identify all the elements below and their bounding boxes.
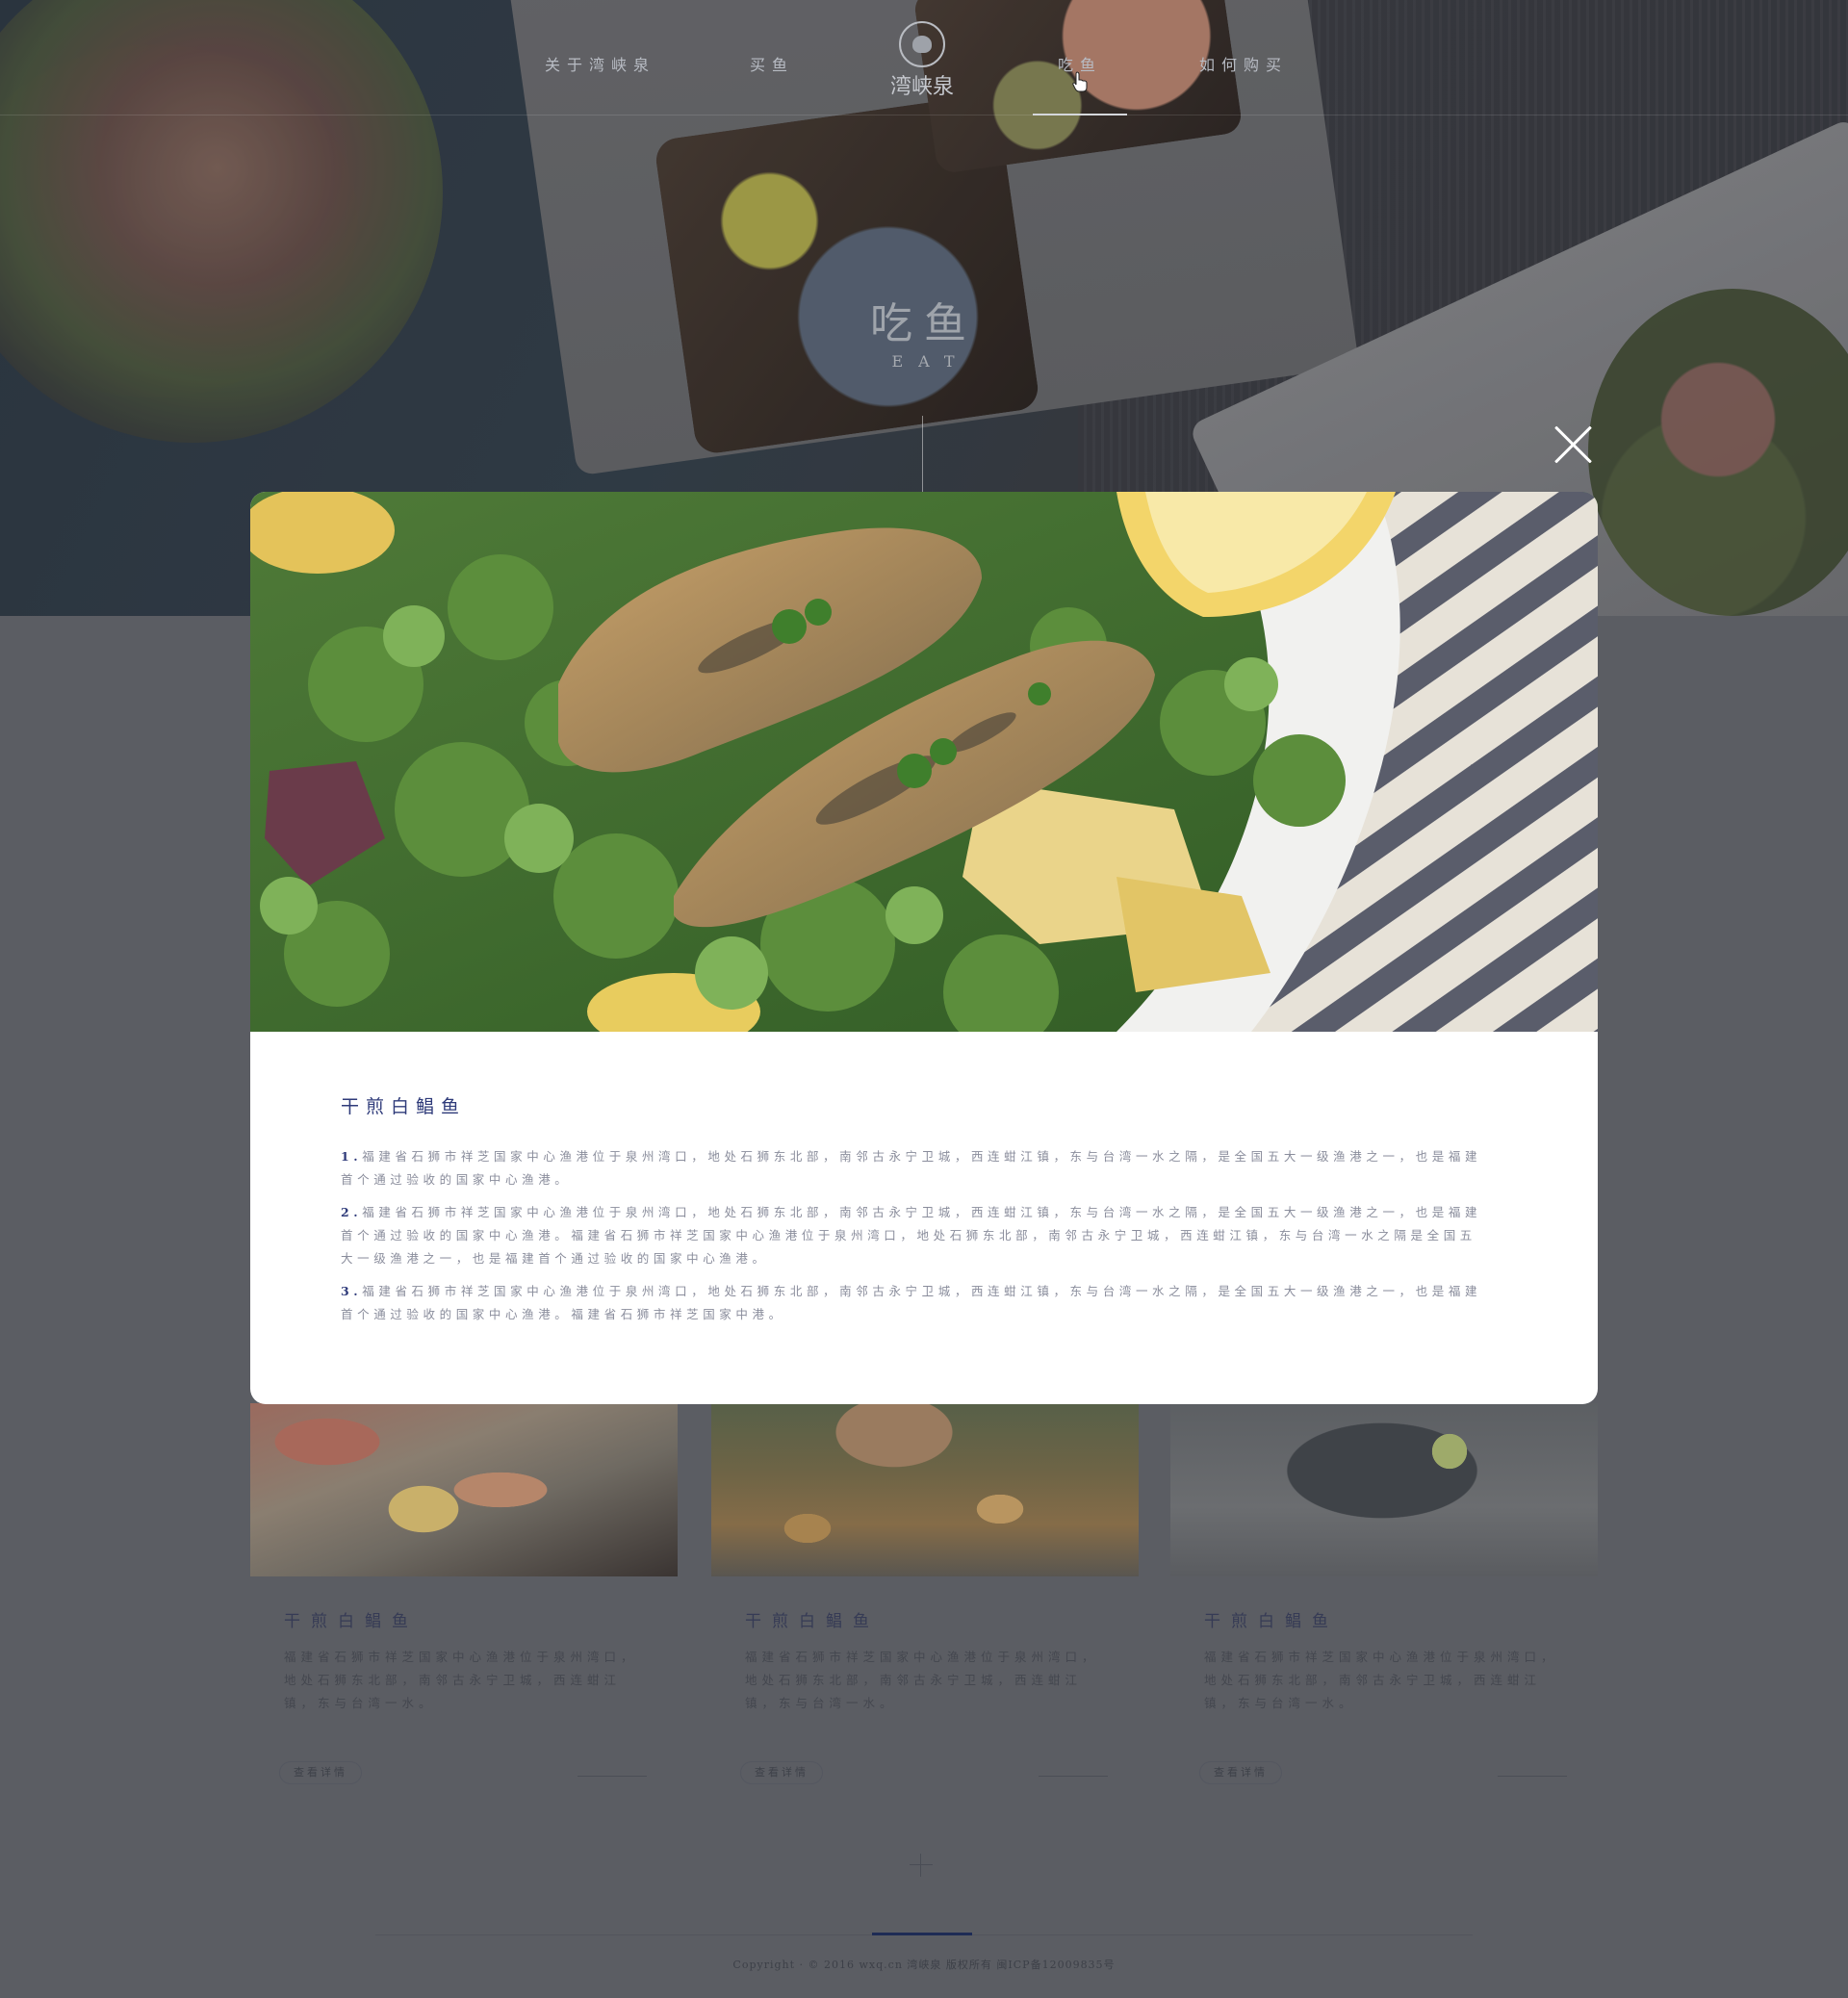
dish-detail-photo: [250, 492, 1598, 1032]
dish-card-divider: [1039, 1776, 1108, 1777]
paragraph-number: 3.: [341, 1284, 363, 1298]
logo-emblem-icon: [899, 21, 945, 67]
dish-card[interactable]: 干煎白鲳鱼 福建省石狮市祥芝国家中心渔港位于泉州湾口，地处石狮东北部，南邻古永宁…: [1170, 1403, 1598, 1807]
page-subtitle: EAT: [891, 352, 970, 371]
dish-detail-paragraph: 2.福建省石狮市祥芝国家中心渔港位于泉州湾口，地处石狮东北部，南邻古永宁卫城，西…: [341, 1201, 1486, 1270]
paragraph-number: 2.: [341, 1205, 363, 1219]
dish-detail-content: 干煎白鲳鱼 1.福建省石狮市祥芝国家中心渔港位于泉州湾口，地处石狮东北部，南邻古…: [341, 1092, 1486, 1326]
top-navigation: 关于湾峡泉 买鱼 湾峡泉 吃鱼 如何购买: [0, 0, 1848, 115]
dish-card-image: [1170, 1403, 1598, 1576]
dish-card-image: [711, 1403, 1139, 1576]
dish-card-grid: 干煎白鲳鱼 福建省石狮市祥芝国家中心渔港位于泉州湾口，地处石狮东北部，南邻古永宁…: [250, 1403, 1598, 1827]
close-icon[interactable]: [1553, 425, 1592, 464]
dish-card-divider: [1498, 1776, 1567, 1777]
nav-item-about[interactable]: 关于湾峡泉: [545, 52, 655, 75]
paragraph-number: 1.: [341, 1149, 363, 1164]
paragraph-text: 福建省石狮市祥芝国家中心渔港位于泉州湾口，地处石狮东北部，南邻古永宁卫城，西连蚶…: [341, 1284, 1482, 1321]
dish-card[interactable]: 干煎白鲳鱼 福建省石狮市祥芝国家中心渔港位于泉州湾口，地处石狮东北部，南邻古永宁…: [711, 1403, 1139, 1807]
site-logo[interactable]: 湾峡泉: [884, 21, 961, 100]
dish-card-description: 福建省石狮市祥芝国家中心渔港位于泉州湾口，地处石狮东北部，南邻古永宁卫城，西连蚶…: [745, 1650, 1099, 1710]
dish-card-title: 干煎白鲳鱼: [745, 1612, 880, 1631]
footer-copyright: Copyright · © 2016 wxq.cn 湾峡泉 版权所有 闽ICP备…: [732, 1959, 1116, 1971]
dish-detail-paragraph: 3.福建省石狮市祥芝国家中心渔港位于泉州湾口，地处石狮东北部，南邻古永宁卫城，西…: [341, 1280, 1486, 1326]
view-details-button[interactable]: 查看详情: [279, 1761, 362, 1784]
paragraph-text: 福建省石狮市祥芝国家中心渔港位于泉州湾口，地处石狮东北部，南邻古永宁卫城，西连蚶…: [341, 1149, 1482, 1187]
dish-card-description: 福建省石狮市祥芝国家中心渔港位于泉州湾口，地处石狮东北部，南邻古永宁卫城，西连蚶…: [1204, 1650, 1558, 1710]
view-details-button[interactable]: 查看详情: [1199, 1761, 1282, 1784]
dish-detail-title: 干煎白鲳鱼: [341, 1096, 467, 1117]
logo-text: 湾峡泉: [889, 75, 954, 99]
nav-item-buy-fish[interactable]: 买鱼: [750, 52, 794, 75]
load-more-plus-icon[interactable]: [910, 1854, 933, 1877]
page-title: 吃鱼: [870, 299, 978, 348]
dish-card-image: [250, 1403, 678, 1576]
hand-pointer-icon: [1072, 71, 1088, 92]
nav-active-indicator: [1033, 114, 1127, 115]
dish-detail-paragraph: 1.福建省石狮市祥芝国家中心渔港位于泉州湾口，地处石狮东北部，南邻古永宁卫城，西…: [341, 1145, 1486, 1191]
dish-card-title: 干煎白鲳鱼: [1204, 1612, 1339, 1631]
footer-accent-bar: [872, 1933, 972, 1935]
dish-card-description: 福建省石狮市祥芝国家中心渔港位于泉州湾口，地处石狮东北部，南邻古永宁卫城，西连蚶…: [284, 1650, 638, 1710]
nav-item-how-to-buy[interactable]: 如何购买: [1199, 52, 1288, 75]
dish-card[interactable]: 干煎白鲳鱼 福建省石狮市祥芝国家中心渔港位于泉州湾口，地处石狮东北部，南邻古永宁…: [250, 1403, 678, 1807]
dish-detail-modal: 干煎白鲳鱼 1.福建省石狮市祥芝国家中心渔港位于泉州湾口，地处石狮东北部，南邻古…: [250, 492, 1598, 1404]
dish-card-divider: [578, 1776, 647, 1777]
view-details-button[interactable]: 查看详情: [740, 1761, 823, 1784]
paragraph-text: 福建省石狮市祥芝国家中心渔港位于泉州湾口，地处石狮东北部，南邻古永宁卫城，西连蚶…: [341, 1205, 1482, 1266]
dish-card-title: 干煎白鲳鱼: [284, 1612, 419, 1631]
